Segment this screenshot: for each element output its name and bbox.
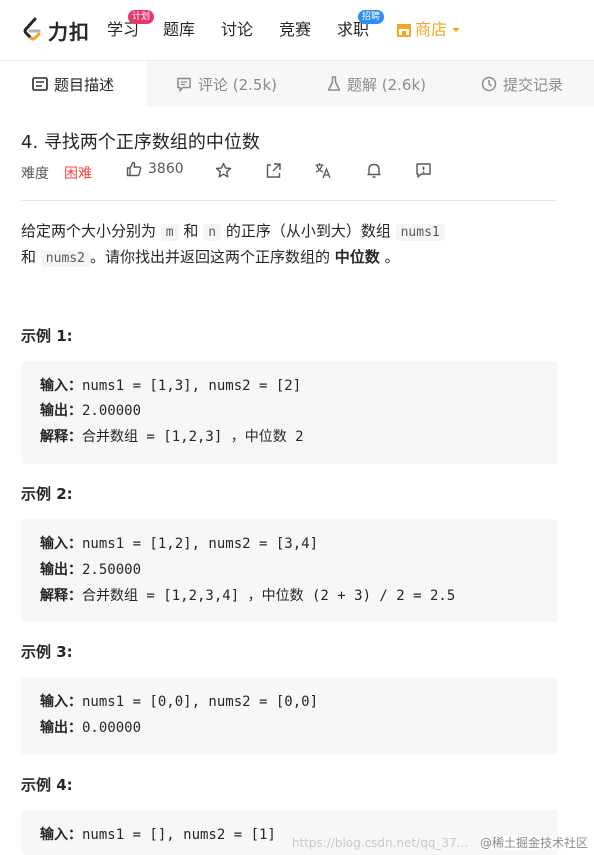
bell-icon[interactable] xyxy=(366,162,382,179)
tab-label: 提交记录 xyxy=(503,75,564,94)
tab-comments[interactable]: 评论 (2.5k) xyxy=(176,61,277,107)
example-text: 0.00000 xyxy=(82,720,142,736)
tab-solutions[interactable]: 题解 (2.6k) xyxy=(327,61,426,107)
problem-description: 给定两个大小分别为 m 和 n 的正序（从小到大）数组 nums1 和 nums… xyxy=(21,219,561,271)
difficulty-badge: 困难 xyxy=(64,166,92,182)
example-label: 输入： xyxy=(40,694,82,710)
example-text: 2.00000 xyxy=(82,403,142,419)
example-line: 输出：2.00000 xyxy=(40,401,141,421)
example-label: 输入： xyxy=(40,827,82,843)
nav-badge-plan: 计划 xyxy=(128,10,155,24)
example-label: 解释： xyxy=(40,429,82,445)
tab-description[interactable]: 题目描述 xyxy=(0,61,146,107)
desc-text: 和 xyxy=(183,222,199,240)
example-text: nums1 = [0,0], nums2 = [0,0] xyxy=(82,694,319,710)
store-label: 商店 xyxy=(415,20,448,39)
star-icon[interactable] xyxy=(215,162,232,179)
desc-text: 。 xyxy=(384,248,400,266)
desc-text: 。请你找出并返回这两个正序数组的 xyxy=(89,248,330,266)
flask-icon xyxy=(327,76,341,91)
description-icon xyxy=(32,77,48,91)
inline-code-m: m xyxy=(160,224,179,241)
leetcode-logo-icon xyxy=(23,17,41,41)
example-line: 输入：nums1 = [1,2], nums2 = [3,4] xyxy=(40,534,318,554)
problem-title: 4. 寻找两个正序数组的中位数 xyxy=(21,132,260,153)
tab-label: 题目描述 xyxy=(54,75,115,94)
tab-label: 评论 (2.5k) xyxy=(198,75,278,94)
divider xyxy=(21,200,557,201)
desc-text: 给定两个大小分别为 xyxy=(21,222,157,240)
example-title: 示例 2: xyxy=(21,485,73,503)
desc-text: 的正序（从小到大）数组 xyxy=(225,222,391,240)
store-icon xyxy=(397,24,411,37)
example-text: 2.50000 xyxy=(82,562,142,578)
nav-item-discuss[interactable]: 讨论 xyxy=(221,19,253,41)
inline-code-n: n xyxy=(203,224,222,241)
example-label: 输出： xyxy=(40,562,82,578)
history-icon xyxy=(481,76,497,92)
translate-icon[interactable] xyxy=(314,162,332,179)
feedback-icon[interactable] xyxy=(415,162,432,179)
comment-icon xyxy=(177,77,191,92)
example-text: 合并数组 = [1,2,3,4] ，中位数 (2 + 3) / 2 = 2.5 xyxy=(82,588,456,604)
example-line: 输出：2.50000 xyxy=(40,560,141,580)
example-title: 示例 1: xyxy=(21,327,73,345)
example-label: 输出： xyxy=(40,720,82,736)
desc-text: 和 xyxy=(21,248,37,266)
problem-meta: 难度 困难 3860 xyxy=(21,161,561,183)
example-label: 输入： xyxy=(40,378,82,394)
example-text: nums1 = [1,2], nums2 = [3,4] xyxy=(82,536,319,552)
example-line: 输入：nums1 = [0,0], nums2 = [0,0] xyxy=(40,692,318,712)
like-count: 3860 xyxy=(148,161,184,177)
problem-tabs: 题目描述 评论 (2.5k) 题解 (2.6k) 提交记录 xyxy=(0,60,594,107)
example-line: 解释：合并数组 = [1,2,3] ，中位数 2 xyxy=(40,427,304,447)
watermark-brand: @稀土掘金技术社区 xyxy=(479,836,588,850)
nav-item-store[interactable]: 商店 xyxy=(396,19,464,41)
example-block: 输入：nums1 = [1,2], nums2 = [3,4] 输出：2.500… xyxy=(21,519,558,622)
logo[interactable]: 力扣 xyxy=(22,16,90,44)
tab-submissions[interactable]: 提交记录 xyxy=(481,61,563,107)
example-line: 输出：0.00000 xyxy=(40,718,141,738)
logo-text: 力扣 xyxy=(48,19,90,44)
share-icon[interactable] xyxy=(265,162,282,179)
example-label: 解释： xyxy=(40,588,82,604)
example-block: 输入：nums1 = [1,3], nums2 = [2] 输出：2.00000… xyxy=(21,361,558,464)
example-line: 输入：nums1 = [1,3], nums2 = [2] xyxy=(40,376,301,396)
example-text: nums1 = [], nums2 = [1] xyxy=(82,827,276,843)
example-title: 示例 3: xyxy=(21,643,73,661)
like-button[interactable]: 3860 xyxy=(126,161,184,177)
chevron-down-icon xyxy=(452,28,461,32)
top-navbar: 力扣 学习 计划 题库 讨论 竞赛 求职 招聘 商店 xyxy=(0,0,594,60)
nav-badge-hiring: 招聘 xyxy=(358,10,385,24)
example-label: 输出： xyxy=(40,403,82,419)
example-text: nums1 = [1,3], nums2 = [2] xyxy=(82,378,302,394)
example-label: 输入： xyxy=(40,536,82,552)
nav-item-problemset[interactable]: 题库 xyxy=(163,19,195,41)
desc-bold-median: 中位数 xyxy=(334,248,380,266)
thumbs-up-icon xyxy=(126,161,142,177)
example-text: 合并数组 = [1,2,3] ，中位数 2 xyxy=(82,429,304,445)
difficulty-label: 难度 xyxy=(21,166,49,182)
inline-code-nums1: nums1 xyxy=(395,224,445,241)
watermark: https://blog.csdn.net/qq_37... @稀土掘金技术社区 xyxy=(292,834,588,851)
watermark-url: https://blog.csdn.net/qq_37... xyxy=(291,836,469,850)
example-title: 示例 4: xyxy=(21,776,73,794)
nav-item-contest[interactable]: 竞赛 xyxy=(279,19,311,41)
example-block: 输入：nums1 = [0,0], nums2 = [0,0] 输出：0.000… xyxy=(21,677,558,755)
example-line: 输入：nums1 = [], nums2 = [1] xyxy=(40,825,276,845)
example-line: 解释：合并数组 = [1,2,3,4] ，中位数 (2 + 3) / 2 = 2… xyxy=(40,586,455,606)
tab-label: 题解 (2.6k) xyxy=(347,75,427,94)
inline-code-nums2: nums2 xyxy=(40,250,90,267)
